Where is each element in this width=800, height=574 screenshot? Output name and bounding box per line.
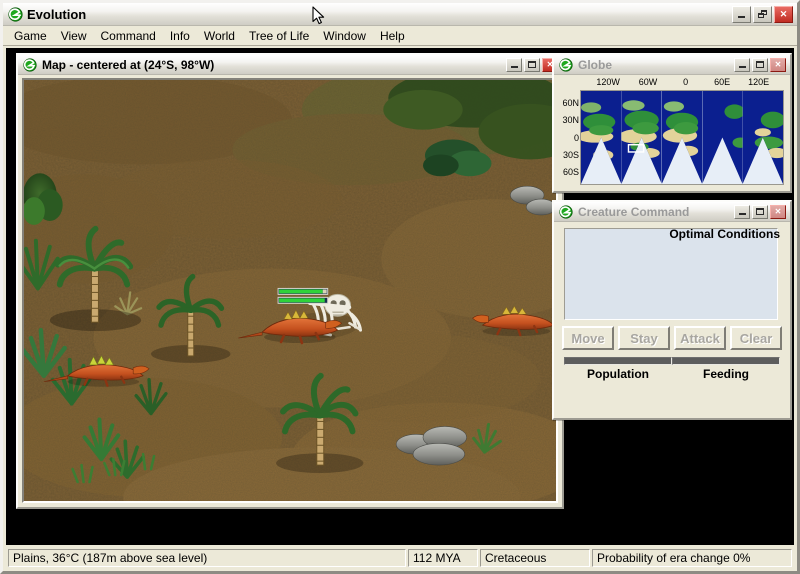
globe-window[interactable]: Globe ✕ 120W 60W 0 60E 120E 60N 30N 0 30…: [552, 53, 792, 193]
creature-meters: Population Feeding: [564, 357, 780, 381]
creature-command-buttons: Move Stay Attack Clear: [562, 326, 782, 350]
menu-item-command[interactable]: Command: [93, 27, 162, 45]
move-button[interactable]: Move: [562, 326, 614, 350]
map-title-text: Map - centered at (24°S, 98°W): [42, 57, 215, 72]
lon-tick-60w: 60W: [638, 77, 658, 87]
maximize-icon[interactable]: [752, 57, 768, 72]
status-bar: Plains, 36°C (187m above sea level) 112 …: [6, 548, 794, 568]
optimal-conditions-label: Optimal Conditions: [669, 227, 780, 241]
evolution-e-icon: [558, 57, 574, 73]
menu-item-view[interactable]: View: [54, 27, 94, 45]
evolution-e-icon: [7, 6, 23, 22]
main-window-controls: ✕: [732, 5, 795, 23]
close-icon[interactable]: ✕: [770, 204, 786, 219]
population-label: Population: [587, 367, 649, 381]
main-window: Evolution ✕ Game View Command Info World…: [0, 0, 800, 574]
creature-command-window[interactable]: Creature Command ✕ Optimal Conditions Mo…: [552, 200, 792, 420]
maximize-icon[interactable]: [752, 204, 768, 219]
creature-info-display: [564, 228, 778, 320]
maximize-icon[interactable]: [524, 57, 540, 72]
menu-item-tree-of-life[interactable]: Tree of Life: [242, 27, 316, 45]
globe-sinusoidal-projection: [581, 91, 783, 184]
lat-tick-60s: 60S: [562, 166, 579, 177]
mdi-client-area: Map - centered at (24°S, 98°W) ✕ Globe ✕…: [6, 48, 794, 545]
attack-button[interactable]: Attack: [674, 326, 726, 350]
lon-tick-0: 0: [683, 77, 689, 87]
map-terrain-render: [24, 80, 556, 501]
creature-command-title-text: Creature Command: [578, 204, 690, 219]
globe-latitude-axis: 60N 30N 0 30S 60S: [558, 90, 580, 185]
globe-titlebar[interactable]: Globe ✕: [554, 55, 790, 75]
feeding-bar: [672, 357, 780, 365]
close-icon[interactable]: ✕: [770, 57, 786, 72]
evolution-e-icon: [22, 57, 38, 73]
feeding-label: Feeding: [702, 367, 749, 381]
lon-tick-120e: 120E: [748, 77, 770, 87]
clear-button[interactable]: Clear: [730, 326, 782, 350]
lon-tick-120w: 120W: [596, 77, 620, 87]
menu-bar: Game View Command Info World Tree of Lif…: [3, 26, 797, 46]
globe-body: 120W 60W 0 60E 120E 60N 30N 0 30S 60S: [558, 77, 786, 187]
minimize-icon[interactable]: [734, 204, 750, 219]
lat-tick-30n: 30N: [562, 115, 579, 126]
main-titlebar[interactable]: Evolution ✕: [3, 3, 797, 26]
status-era: Cretaceous: [480, 549, 590, 567]
globe-window-controls: ✕: [734, 57, 788, 72]
globe-map-plot[interactable]: [580, 90, 784, 185]
restore-icon[interactable]: [753, 5, 772, 23]
creature-command-window-controls: ✕: [734, 204, 788, 219]
main-title-text: Evolution: [27, 6, 87, 22]
status-terrain-info: Plains, 36°C (187m above sea level): [8, 549, 406, 567]
lat-tick-60n: 60N: [562, 98, 579, 109]
creature-command-titlebar[interactable]: Creature Command ✕: [554, 202, 790, 222]
status-time-mya: 112 MYA: [408, 549, 478, 567]
lat-tick-0: 0: [573, 132, 579, 143]
map-window[interactable]: Map - centered at (24°S, 98°W) ✕: [16, 53, 564, 509]
menu-item-help[interactable]: Help: [373, 27, 412, 45]
creature-command-body: Optimal Conditions Move Stay Attack Clea…: [558, 224, 786, 414]
minimize-icon[interactable]: [506, 57, 522, 72]
minimize-icon[interactable]: [734, 57, 750, 72]
map-viewport[interactable]: [22, 78, 558, 503]
menu-item-window[interactable]: Window: [316, 27, 373, 45]
menu-item-game[interactable]: Game: [7, 27, 54, 45]
feeding-meter: Feeding: [672, 357, 780, 381]
map-titlebar[interactable]: Map - centered at (24°S, 98°W) ✕: [18, 55, 562, 75]
globe-title-text: Globe: [578, 57, 613, 72]
lon-tick-60e: 60E: [714, 77, 731, 87]
menu-item-world[interactable]: World: [197, 27, 242, 45]
lat-tick-30s: 30S: [562, 149, 579, 160]
evolution-e-icon: [558, 204, 574, 220]
population-bar: [564, 357, 672, 365]
application-root: Evolution ✕ Game View Command Info World…: [0, 0, 800, 574]
population-meter: Population: [564, 357, 672, 381]
menu-item-info[interactable]: Info: [163, 27, 197, 45]
globe-longitude-axis: 120W 60W 0 60E 120E: [558, 77, 786, 90]
minimize-icon[interactable]: [732, 5, 751, 23]
stay-button[interactable]: Stay: [618, 326, 670, 350]
status-era-change: Probability of era change 0%: [592, 549, 792, 567]
close-icon[interactable]: ✕: [774, 5, 793, 23]
